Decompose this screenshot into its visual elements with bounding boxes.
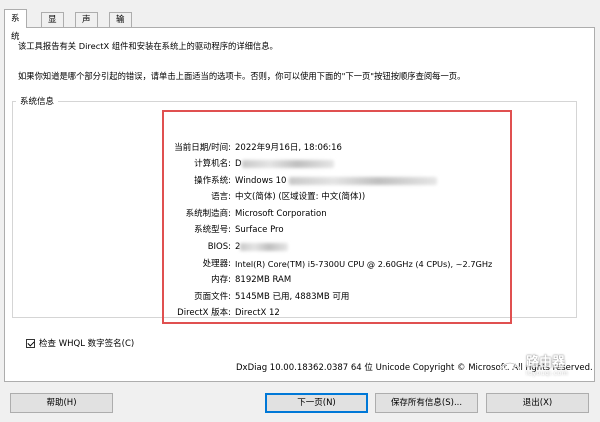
info-value-wrap: D <box>235 157 334 171</box>
info-label: 页面文件: <box>194 292 231 302</box>
info-label: DirectX 版本: <box>177 308 231 318</box>
tab-input[interactable]: 输入 <box>109 12 132 40</box>
info-row-computer-name: 计算机名: D <box>164 157 510 171</box>
tab-display[interactable]: 显示 <box>41 12 64 40</box>
info-value: DirectX 12 <box>235 308 280 318</box>
info-value: Windows 10 <box>235 176 287 186</box>
info-value: 2022年9月16日, 18:06:16 <box>235 143 342 153</box>
info-label: 当前日期/时间: <box>174 143 231 153</box>
info-row-bios: BIOS: 2 <box>164 240 510 254</box>
info-value: Surface Pro <box>235 225 284 235</box>
help-button[interactable]: 帮助(H) <box>10 393 113 413</box>
intro-text-2: 如果你知道是哪个部分引起的错误，请单击上面适当的选项卡。否则，你可以使用下面的"… <box>18 71 466 81</box>
intro-text-1: 该工具报告有关 DirectX 组件和安装在系统上的驱动程序的详细信息。 <box>18 41 278 51</box>
exit-button[interactable]: 退出(X) <box>486 393 589 413</box>
info-row-memory: 内存: 8192MB RAM <box>164 273 510 287</box>
whql-checkbox-row[interactable]: 检查 WHQL 数字签名(C) <box>26 337 134 349</box>
info-label: 语言: <box>211 192 231 202</box>
info-label: 系统型号: <box>194 225 231 235</box>
watermark-subtext: luyouqi.com <box>526 369 569 377</box>
info-label: 系统制造商: <box>185 209 231 219</box>
info-value: Intel(R) Core(TM) i5-7300U CPU @ 2.60GHz… <box>235 259 493 269</box>
info-label: 计算机名: <box>194 159 231 169</box>
info-row-directx-version: DirectX 版本: DirectX 12 <box>164 306 510 320</box>
info-row-datetime: 当前日期/时间: 2022年9月16日, 18:06:16 <box>164 141 510 155</box>
info-value: 中文(简体) (区域设置: 中文(简体)) <box>235 192 366 202</box>
tab-system[interactable]: 系统 <box>4 9 27 42</box>
info-label: 操作系统: <box>194 176 231 186</box>
info-value: 5145MB 已用, 4883MB 可用 <box>235 292 350 302</box>
router-logo-icon <box>499 361 521 375</box>
info-value: 8192MB RAM <box>235 275 292 285</box>
info-label: 内存: <box>211 275 231 285</box>
tab-sound[interactable]: 声音 <box>75 12 98 40</box>
info-value-wrap: Windows 10 <box>235 174 438 188</box>
next-page-button[interactable]: 下一页(N) <box>265 393 368 413</box>
redacted-blur <box>240 242 289 251</box>
info-value: D <box>235 159 242 169</box>
info-value: Microsoft Corporation <box>235 209 327 219</box>
info-label: BIOS: <box>207 242 231 252</box>
redacted-blur <box>241 159 334 168</box>
info-row-manufacturer: 系统制造商: Microsoft Corporation <box>164 207 510 221</box>
save-all-info-button[interactable]: 保存所有信息(S)... <box>375 393 478 413</box>
info-value-wrap: 2 <box>235 240 289 254</box>
system-info-title: 系统信息 <box>16 95 59 107</box>
watermark-text: 路由器 <box>526 354 566 370</box>
info-row-model: 系统型号: Surface Pro <box>164 223 510 237</box>
info-row-os: 操作系统: Windows 10 <box>164 174 510 188</box>
info-row-page-file: 页面文件: 5145MB 已用, 4883MB 可用 <box>164 290 510 304</box>
info-label: 处理器: <box>202 259 231 269</box>
whql-checkbox-label: 检查 WHQL 数字签名(C) <box>39 339 135 349</box>
system-info-highlight: 当前日期/时间: 2022年9月16日, 18:06:16 计算机名: D 操作… <box>162 110 512 324</box>
info-row-processor: 处理器: Intel(R) Core(TM) i5-7300U CPU @ 2.… <box>164 257 510 271</box>
whql-checkbox[interactable] <box>26 338 35 348</box>
watermark-logo: 路由器 luyouqi.com <box>497 355 568 377</box>
redacted-blur <box>289 176 438 185</box>
info-row-language: 语言: 中文(简体) (区域设置: 中文(简体)) <box>164 190 510 204</box>
